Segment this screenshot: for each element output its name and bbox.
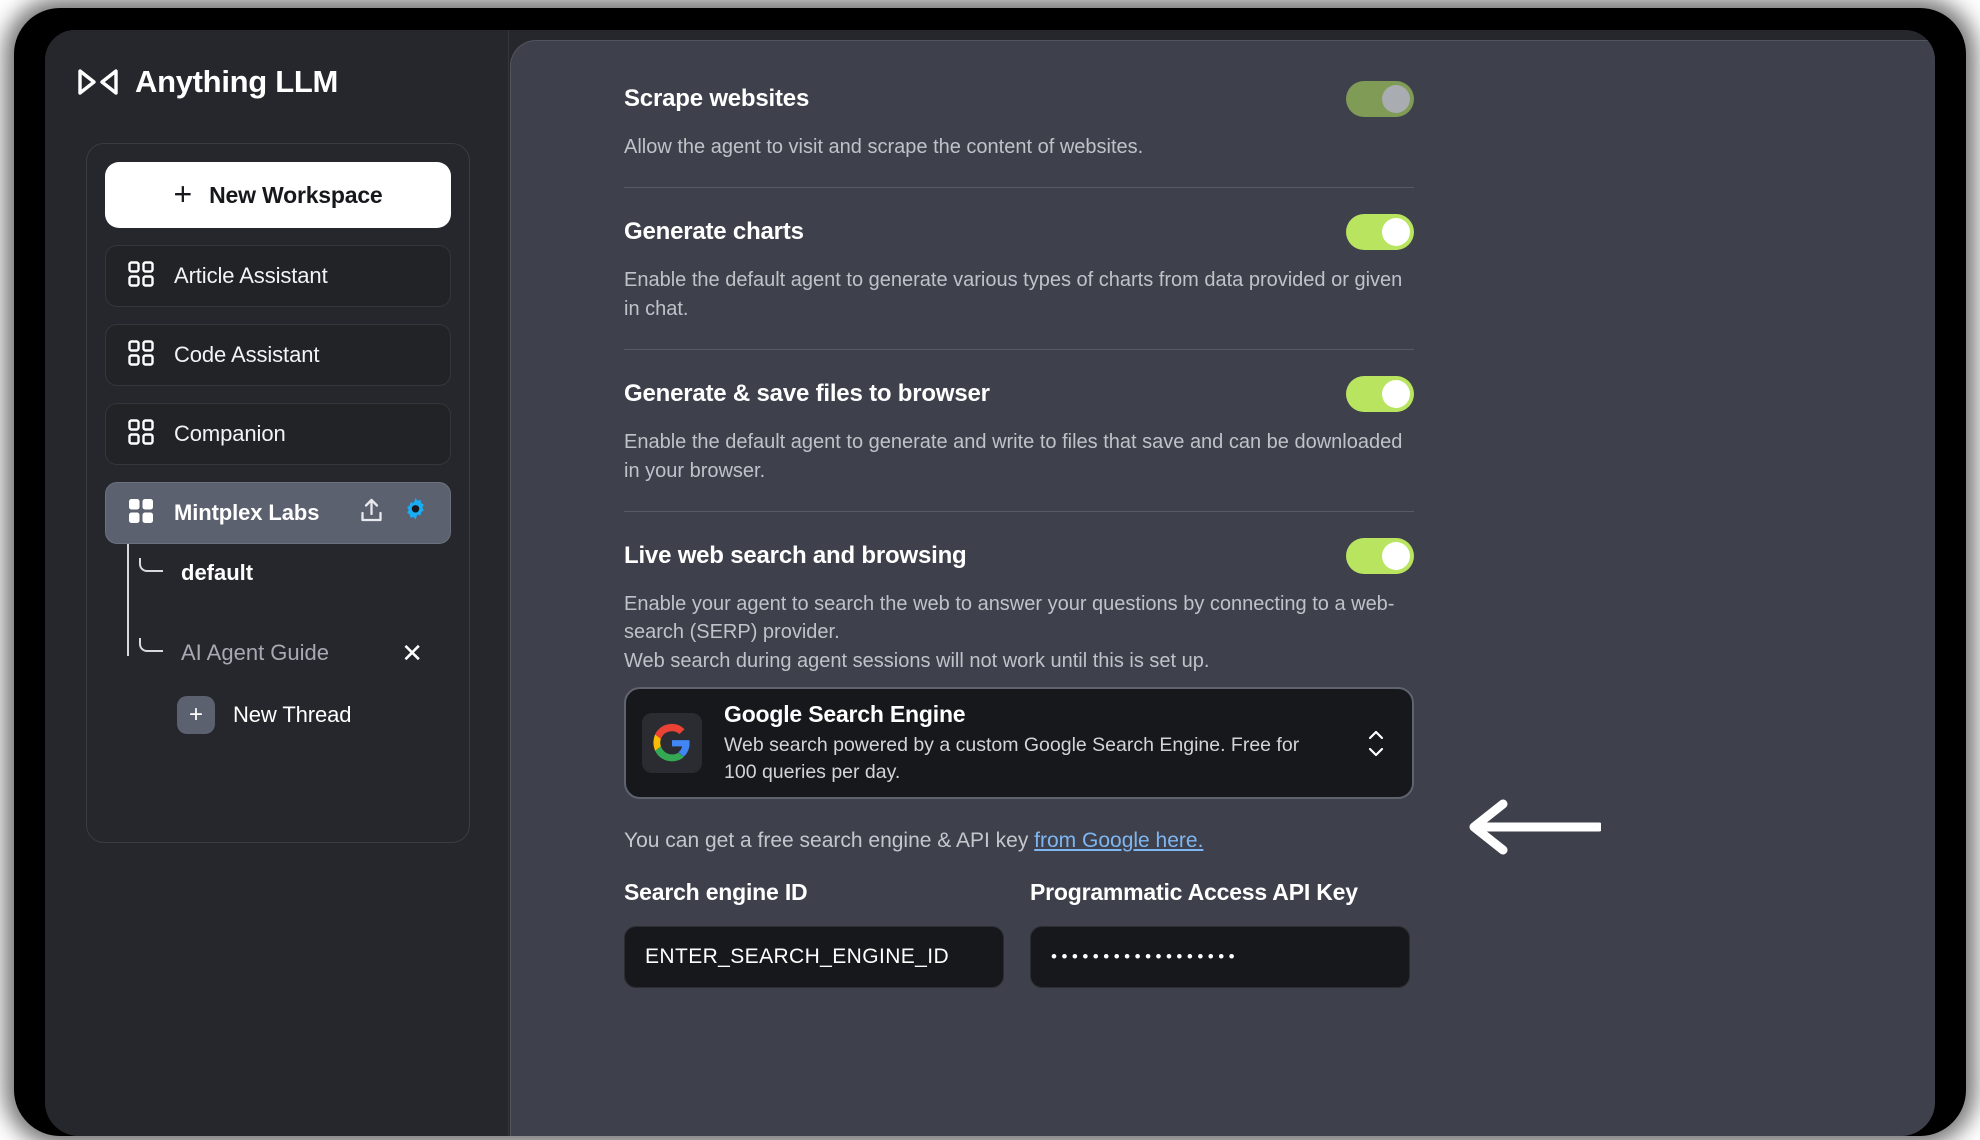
toggle-scrape-websites[interactable] — [1346, 81, 1414, 117]
brand-header: Anything LLM — [45, 30, 508, 100]
divider — [624, 349, 1414, 351]
squares-four-icon — [128, 339, 154, 371]
toggle-generate-charts[interactable] — [1346, 214, 1414, 251]
thread-label: AI Agent Guide — [181, 640, 329, 665]
field-search-engine-id: Search engine ID ENTER_SEARCH_ENGINE_ID — [624, 879, 1004, 989]
setting-title: Generate charts — [624, 218, 804, 246]
new-thread-label: New Thread — [233, 702, 352, 727]
plus-icon: + — [177, 696, 215, 734]
sidebar-item-mintplex-labs[interactable]: Mintplex Labs — [105, 482, 451, 544]
setting-live-web-search: Live web search and browsing Enable your… — [624, 537, 1414, 989]
toggle-knob — [1382, 218, 1410, 247]
api-key-input[interactable]: •••••••••••••••••• — [1030, 926, 1410, 989]
provider-description: Web search powered by a custom Google Se… — [724, 734, 1300, 783]
field-label: Programmatic Access API Key — [1030, 879, 1358, 906]
credential-fields: Search engine ID ENTER_SEARCH_ENGINE_ID … — [624, 879, 1414, 989]
sidebar: Anything LLM + New Workspace Article Ass… — [45, 30, 509, 1136]
field-label: Search engine ID — [624, 879, 808, 906]
helper-text-before: You can get a free search engine & API k… — [624, 829, 1035, 853]
settings-panel: Scrape websites Allow the agent to visit… — [510, 40, 1935, 1136]
thread-item-default[interactable]: default — [117, 544, 451, 602]
thread-tree: default AI Agent Guide ✕ + New Thread — [105, 544, 451, 734]
setting-description: Allow the agent to visit and scrape the … — [624, 136, 1144, 158]
setting-title: Live web search and browsing — [624, 541, 967, 569]
toggle-live-web-search[interactable] — [1346, 537, 1414, 574]
divider — [624, 510, 1414, 512]
thread-label: default — [181, 560, 254, 585]
setting-generate-save-files: Generate & save files to browser Enable … — [624, 376, 1414, 511]
setting-description: Enable the default agent to generate var… — [624, 269, 1403, 320]
toggle-knob — [1382, 380, 1410, 409]
thread-item-ai-agent-guide[interactable]: AI Agent Guide ✕ — [117, 624, 451, 682]
squares-four-icon — [128, 260, 154, 292]
gear-icon[interactable] — [401, 496, 430, 530]
setting-scrape-websites: Scrape websites Allow the agent to visit… — [624, 81, 1414, 187]
workspace-list-container: + New Workspace Article Assistant Code A… — [86, 143, 470, 843]
new-workspace-button[interactable]: + New Workspace — [105, 162, 451, 228]
tree-elbow — [139, 638, 163, 652]
squares-four-icon — [128, 418, 154, 450]
setting-description: Enable the default agent to generate and… — [624, 431, 1403, 482]
squares-four-filled-icon — [128, 498, 154, 529]
brand-title: Anything LLM — [135, 64, 339, 99]
setting-title: Generate & save files to browser — [624, 380, 990, 408]
plus-icon: + — [173, 175, 193, 212]
setting-title: Scrape websites — [624, 85, 810, 112]
upload-icon[interactable] — [358, 497, 385, 529]
sidebar-item-label: Code Assistant — [174, 342, 320, 367]
setting-description: Enable your agent to search the web to a… — [624, 592, 1395, 672]
setting-generate-charts: Generate charts Enable the default agent… — [624, 214, 1414, 349]
google-logo-icon — [642, 713, 702, 774]
close-icon[interactable]: ✕ — [401, 640, 451, 666]
app-window: Anything LLM + New Workspace Article Ass… — [45, 30, 1935, 1136]
sidebar-item-article-assistant[interactable]: Article Assistant — [105, 245, 451, 307]
sidebar-item-label: Article Assistant — [174, 263, 328, 288]
sidebar-item-companion[interactable]: Companion — [105, 403, 451, 465]
search-provider-select[interactable]: Google Search Engine Web search powered … — [624, 687, 1414, 800]
arrow-left-icon — [1461, 799, 1604, 855]
sidebar-item-label: Companion — [174, 421, 286, 446]
provider-name: Google Search Engine — [724, 701, 966, 728]
new-thread-button[interactable]: + New Thread — [117, 696, 451, 734]
provider-text-group: Google Search Engine Web search powered … — [724, 701, 1344, 785]
device-frame: Anything LLM + New Workspace Article Ass… — [14, 8, 1966, 1136]
new-workspace-label: New Workspace — [209, 181, 383, 208]
settings-scroll-area[interactable]: Scrape websites Allow the agent to visit… — [624, 41, 1414, 989]
sidebar-item-label: Mintplex Labs — [174, 500, 320, 525]
toggle-knob — [1382, 85, 1410, 113]
chevron-up-down-icon[interactable] — [1366, 729, 1390, 758]
anythingllm-logo-icon — [77, 67, 119, 97]
sidebar-item-code-assistant[interactable]: Code Assistant — [105, 324, 451, 386]
field-api-key: Programmatic Access API Key ••••••••••••… — [1030, 879, 1410, 989]
divider — [624, 187, 1414, 189]
search-engine-id-input[interactable]: ENTER_SEARCH_ENGINE_ID — [624, 926, 1004, 989]
tree-elbow — [139, 558, 163, 572]
workspace-actions — [358, 496, 450, 530]
google-signup-link[interactable]: from Google here. — [1034, 829, 1203, 852]
toggle-knob — [1382, 541, 1410, 570]
toggle-generate-save-files[interactable] — [1346, 376, 1414, 413]
helper-text: You can get a free search engine & API k… — [624, 829, 1414, 853]
